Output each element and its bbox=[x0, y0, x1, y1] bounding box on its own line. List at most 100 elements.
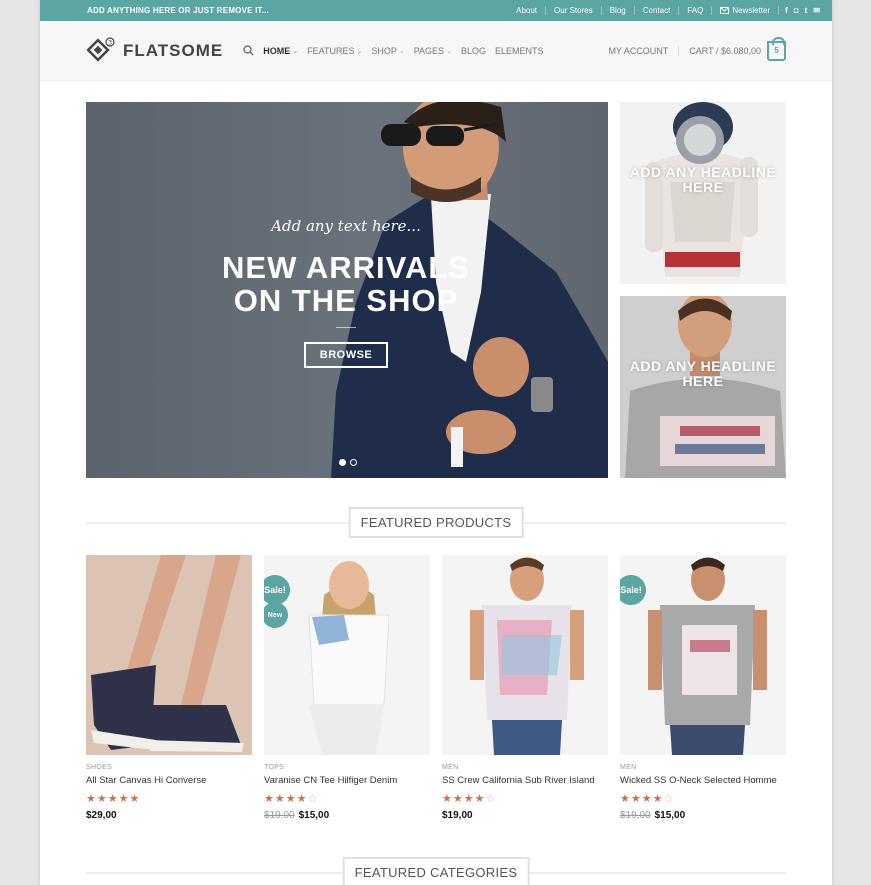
current-price: $29,00 bbox=[86, 810, 117, 821]
header-right: MY ACCOUNT CART / $6.080,00 5 bbox=[608, 36, 786, 61]
star-empty-icon: ☆ bbox=[307, 793, 318, 805]
twitter-icon[interactable]: t bbox=[805, 6, 808, 15]
star-icon: ★ bbox=[620, 793, 630, 805]
featured-products-heading: FEATURED PRODUCTS bbox=[86, 507, 786, 538]
star-rating: ★ ★ ★ ★ ☆ bbox=[620, 794, 786, 805]
product-price: $29,00 bbox=[86, 810, 252, 821]
email-icon[interactable]: ✉ bbox=[813, 6, 820, 15]
nav-elements[interactable]: ELEMENTS bbox=[495, 46, 544, 56]
slider-dot-1[interactable] bbox=[339, 459, 346, 466]
newsletter-link[interactable]: Newsletter bbox=[711, 6, 778, 15]
chevron-down-icon: ⌄ bbox=[292, 47, 299, 55]
product-name[interactable]: Wicked SS O-Neck Selected Homme bbox=[620, 775, 786, 786]
product-category[interactable]: TOPS bbox=[264, 764, 430, 771]
featured-products-title: FEATURED PRODUCTS bbox=[348, 507, 524, 538]
star-icon: ★ bbox=[86, 793, 96, 805]
product-name[interactable]: Varanise CN Tee Hilfiger Denim bbox=[264, 775, 430, 786]
side-banner-2[interactable]: ADD ANY HEADLINE HERE bbox=[620, 296, 786, 478]
top-bar-promo: ADD ANYTHING HERE OR JUST REMOVE IT... bbox=[87, 6, 269, 15]
star-icon: ★ bbox=[129, 793, 140, 805]
product-card[interactable]: MEN SS Crew California Sub River Island … bbox=[442, 555, 608, 821]
star-icon: ★ bbox=[296, 793, 307, 805]
star-icon: ★ bbox=[442, 793, 452, 805]
logo-text: FLATSOME bbox=[123, 40, 224, 60]
star-icon: ★ bbox=[107, 793, 118, 805]
facebook-icon[interactable]: f bbox=[785, 6, 788, 15]
current-price: $19,00 bbox=[442, 810, 473, 821]
current-price: $15,00 bbox=[298, 810, 330, 821]
top-link-contact[interactable]: Contact bbox=[633, 6, 679, 15]
nav-features[interactable]: FEATURES ⌄ bbox=[307, 46, 362, 56]
star-empty-icon: ☆ bbox=[663, 793, 674, 805]
slider-dots bbox=[339, 459, 357, 466]
star-icon: ★ bbox=[118, 793, 129, 805]
star-icon: ★ bbox=[463, 793, 474, 805]
product-category[interactable]: MEN bbox=[442, 764, 608, 771]
star-icon: ★ bbox=[452, 793, 463, 805]
product-card[interactable]: SHOES All Star Canvas Hi Converse ★ ★ ★ ★ ★ … bbox=[86, 555, 252, 821]
svg-text:3: 3 bbox=[108, 39, 112, 46]
side-banner-1[interactable]: ADD ANY HEADLINE HERE bbox=[620, 102, 786, 284]
product-card[interactable]: Sale! MEN Wicked SS O-Neck Selected Homm… bbox=[620, 555, 786, 821]
search-icon[interactable] bbox=[243, 45, 254, 56]
logo-icon: 3 bbox=[87, 36, 115, 62]
top-link-our-stores[interactable]: Our Stores bbox=[545, 6, 601, 15]
nav-features-label: FEATURES bbox=[307, 45, 355, 56]
star-icon: ★ bbox=[96, 793, 107, 805]
top-link-about[interactable]: About bbox=[508, 6, 545, 15]
side-banner-1-headline: ADD ANY HEADLINE HERE bbox=[629, 164, 777, 195]
cart-icon[interactable]: 5 bbox=[767, 36, 786, 61]
product-image[interactable] bbox=[442, 555, 608, 755]
logo[interactable]: 3 FLATSOME bbox=[87, 36, 224, 65]
product-image[interactable]: Sale! bbox=[620, 555, 786, 755]
product-category[interactable]: SHOES bbox=[86, 764, 252, 771]
new-badge-label: New bbox=[267, 611, 283, 619]
product-card[interactable]: Sale! New TOPS Varanise CN Tee Hilfiger … bbox=[264, 555, 430, 821]
nav-home[interactable]: HOME ⌄ bbox=[263, 46, 298, 56]
star-icon: ★ bbox=[641, 793, 652, 805]
nav-shop[interactable]: SHOP ⌄ bbox=[371, 46, 404, 56]
product-price: $19,00 $15,00 bbox=[264, 810, 430, 821]
product-price: $19,00 bbox=[442, 810, 608, 821]
hero-slider[interactable]: Add any text here... NEW ARRIVALS ON THE… bbox=[86, 102, 608, 478]
instagram-icon[interactable]: ◘ bbox=[794, 6, 799, 15]
top-link-faq[interactable]: FAQ bbox=[678, 6, 711, 15]
star-icon: ★ bbox=[474, 793, 485, 805]
product-image[interactable] bbox=[86, 555, 252, 755]
product-3-image bbox=[442, 555, 608, 755]
chevron-down-icon: ⌄ bbox=[398, 47, 405, 55]
star-icon: ★ bbox=[630, 793, 641, 805]
browse-button[interactable]: BROWSE bbox=[303, 342, 389, 368]
chevron-down-icon: ⌄ bbox=[356, 47, 363, 55]
top-bar: ADD ANYTHING HERE OR JUST REMOVE IT... A… bbox=[40, 0, 832, 21]
nav-blog[interactable]: BLOG bbox=[461, 46, 486, 56]
star-icon: ★ bbox=[285, 793, 296, 805]
nav-pages-label: PAGES bbox=[413, 45, 445, 56]
cart-link[interactable]: CART / $6.080,00 bbox=[679, 46, 761, 56]
featured-categories-title: FEATURED CATEGORIES bbox=[342, 857, 530, 885]
star-empty-icon: ☆ bbox=[485, 793, 496, 805]
current-price: $15,00 bbox=[654, 810, 686, 821]
product-name[interactable]: SS Crew California Sub River Island bbox=[442, 775, 608, 786]
my-account-link[interactable]: MY ACCOUNT bbox=[608, 45, 680, 56]
newsletter-label: Newsletter bbox=[732, 6, 771, 15]
slider-dot-2[interactable] bbox=[350, 459, 357, 466]
main-nav: HOME ⌄ FEATURES ⌄ SHOP ⌄ PAGES ⌄ BLOG ELEMEN… bbox=[243, 45, 543, 56]
nav-elements-label: ELEMENTS bbox=[494, 45, 544, 56]
product-price: $19,00 $15,00 bbox=[620, 810, 786, 821]
page: ADD ANYTHING HERE OR JUST REMOVE IT... A… bbox=[40, 0, 832, 885]
top-link-blog[interactable]: Blog bbox=[600, 6, 634, 15]
hero-title-line-2: ON THE SHOP bbox=[233, 283, 459, 318]
sale-badge-label: Sale! bbox=[620, 585, 642, 595]
product-category[interactable]: MEN bbox=[620, 764, 786, 771]
featured-categories-heading: FEATURED CATEGORIES bbox=[86, 857, 786, 885]
side-banner-2-headline: ADD ANY HEADLINE HERE bbox=[629, 358, 777, 389]
social-icons: f ◘ t ✉ bbox=[778, 6, 820, 15]
product-image[interactable]: Sale! New bbox=[264, 555, 430, 755]
nav-pages[interactable]: PAGES ⌄ bbox=[414, 46, 452, 56]
product-name[interactable]: All Star Canvas Hi Converse bbox=[86, 775, 252, 786]
nav-blog-label: BLOG bbox=[460, 45, 486, 56]
star-rating: ★ ★ ★ ★ ☆ bbox=[264, 794, 430, 805]
old-price: $19,00 bbox=[620, 810, 651, 821]
envelope-icon bbox=[720, 7, 730, 14]
